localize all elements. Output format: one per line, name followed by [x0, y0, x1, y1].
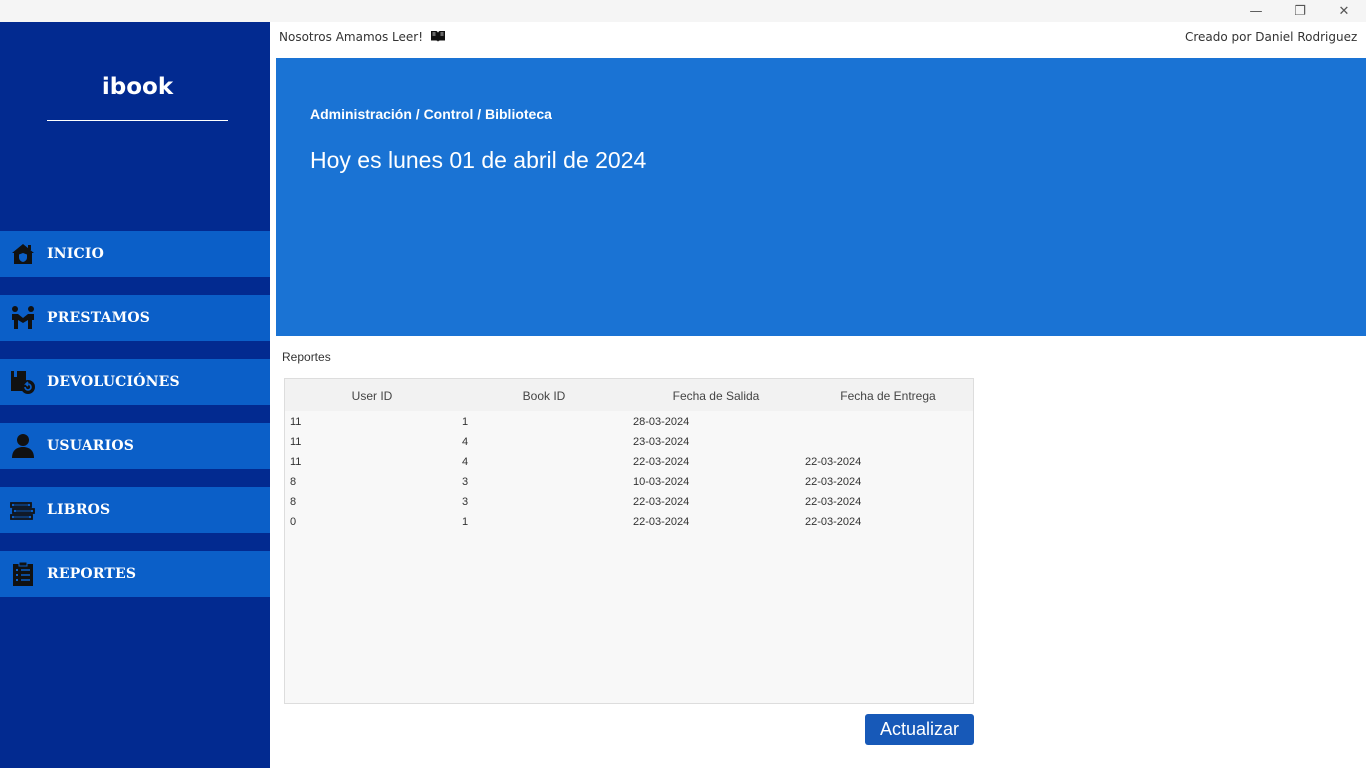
cell-book-id: 4 [462, 436, 469, 448]
cell-user-id: 8 [290, 476, 297, 488]
window-titlebar: — ❐ ✕ [0, 0, 1366, 22]
cell-fecha-entrega: 22-03-2024 [805, 476, 862, 488]
cell-fecha-salida: 23-03-2024 [633, 436, 690, 448]
sidebar-item-libros[interactable]: LIBROS [0, 487, 270, 533]
slogan: Nosotros Amamos Leer! [279, 30, 446, 46]
cell-user-id: 8 [290, 496, 297, 508]
author-credit: Creado por Daniel Rodriguez [1185, 30, 1358, 44]
close-button[interactable]: ✕ [1322, 0, 1366, 22]
column-header-fecha-entrega[interactable]: Fecha de Entrega [803, 379, 973, 411]
cell-book-id: 3 [462, 496, 469, 508]
sidebar-item-label: DEVOLUCIÓNES [47, 374, 180, 390]
books-icon [10, 497, 36, 523]
column-header-book-id[interactable]: Book ID [459, 379, 629, 411]
user-icon [10, 433, 36, 459]
table-row[interactable]: 11 4 23-03-2024 [285, 432, 973, 452]
logo-divider [47, 120, 228, 121]
current-date: Hoy es lunes 01 de abril de 2024 [310, 147, 647, 173]
column-header-fecha-salida[interactable]: Fecha de Salida [629, 379, 803, 411]
sidebar-item-label: USUARIOS [47, 438, 135, 454]
cell-user-id: 11 [290, 416, 302, 428]
table-header: User ID Book ID Fecha de Salida Fecha de… [285, 379, 973, 411]
cell-fecha-salida: 22-03-2024 [633, 456, 690, 468]
minimize-button[interactable]: — [1234, 0, 1278, 22]
slogan-text: Nosotros Amamos Leer! [279, 30, 424, 44]
cell-book-id: 1 [462, 516, 469, 528]
reports-table[interactable]: User ID Book ID Fecha de Salida Fecha de… [284, 378, 974, 704]
cell-book-id: 3 [462, 476, 469, 488]
section-title: Reportes [282, 350, 331, 364]
clipboard-icon [10, 561, 36, 587]
sidebar-item-inicio[interactable]: INICIO [0, 231, 270, 277]
cell-user-id: 11 [290, 456, 302, 468]
cell-fecha-salida: 10-03-2024 [633, 476, 690, 488]
table-row[interactable]: 11 1 28-03-2024 [285, 412, 973, 432]
table-row[interactable]: 0 1 22-03-2024 22-03-2024 [285, 512, 973, 532]
column-header-user-id[interactable]: User ID [285, 379, 459, 411]
table-row[interactable]: 8 3 22-03-2024 22-03-2024 [285, 492, 973, 512]
restore-button[interactable]: ❐ [1278, 0, 1322, 22]
cell-book-id: 4 [462, 456, 469, 468]
handshake-icon [10, 305, 36, 331]
cell-book-id: 1 [462, 416, 469, 428]
sidebar-item-usuarios[interactable]: USUARIOS [0, 423, 270, 469]
cell-user-id: 0 [290, 516, 297, 528]
cell-fecha-entrega: 22-03-2024 [805, 456, 862, 468]
sidebar-item-prestamos[interactable]: PRESTAMOS [0, 295, 270, 341]
cell-user-id: 11 [290, 436, 302, 448]
sidebar: ibook INICIO PRESTAMOS DEVOLUCIÓNES USUA… [0, 22, 270, 768]
breadcrumb: Administración / Control / Biblioteca [310, 106, 552, 122]
return-icon [10, 369, 36, 395]
cell-fecha-entrega: 22-03-2024 [805, 496, 862, 508]
sidebar-item-label: INICIO [47, 246, 104, 262]
book-icon [430, 30, 446, 46]
app-logo: ibook [101, 74, 174, 100]
refresh-button[interactable]: Actualizar [865, 714, 974, 745]
home-icon [10, 241, 36, 267]
cell-fecha-salida: 22-03-2024 [633, 496, 690, 508]
table-row[interactable]: 11 4 22-03-2024 22-03-2024 [285, 452, 973, 472]
sidebar-item-label: PRESTAMOS [47, 310, 151, 326]
sidebar-item-reportes[interactable]: REPORTES [0, 551, 270, 597]
cell-fecha-salida: 28-03-2024 [633, 416, 690, 428]
sidebar-item-label: REPORTES [47, 566, 137, 582]
sidebar-item-devoluciones[interactable]: DEVOLUCIÓNES [0, 359, 270, 405]
cell-fecha-salida: 22-03-2024 [633, 516, 690, 528]
sidebar-item-label: LIBROS [47, 502, 111, 518]
header-banner: Administración / Control / Biblioteca Ho… [276, 58, 1366, 336]
table-row[interactable]: 8 3 10-03-2024 22-03-2024 [285, 472, 973, 492]
cell-fecha-entrega: 22-03-2024 [805, 516, 862, 528]
